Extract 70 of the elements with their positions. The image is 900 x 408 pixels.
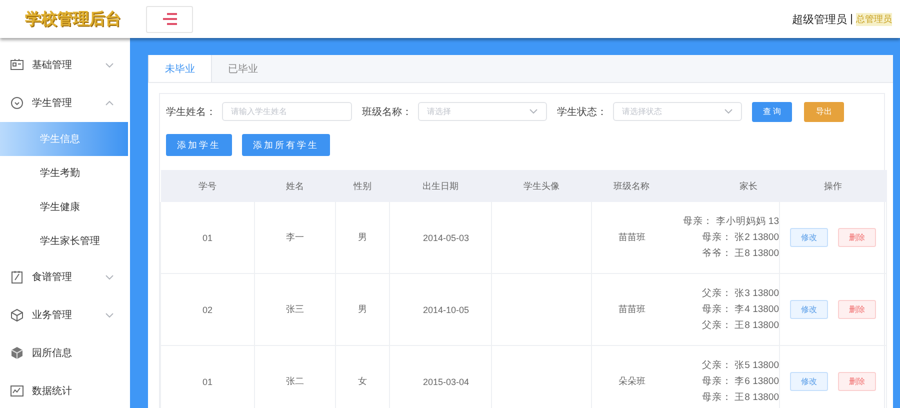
column-header: 操作	[780, 170, 886, 202]
select-field[interactable]: 请选择	[418, 102, 547, 121]
parent-contact: 母亲： 李4 13800	[701, 302, 779, 316]
table-cell: 02	[160, 274, 254, 346]
column-header: 性别	[336, 170, 390, 202]
column-header: 学生头像	[492, 170, 592, 202]
chevron-down-icon	[724, 108, 733, 115]
submenu-item[interactable]: 学生健康	[0, 190, 128, 224]
menu-icon	[162, 13, 176, 25]
column-header: 学号	[160, 170, 254, 202]
parent-contact: 父亲： 张3 13800	[701, 286, 779, 300]
app-logo: 学校管理后台	[25, 9, 122, 30]
sidebar-item[interactable]: 业务管理	[0, 296, 130, 334]
cubes-icon	[10, 346, 24, 360]
parent-contact: 父亲： 张5 13800	[701, 358, 779, 372]
user-role: 超级管理员	[792, 12, 848, 26]
table-cell: 朵朵班	[592, 346, 672, 408]
parent-contact: 母亲： 王8 13800	[701, 390, 779, 404]
delete-button[interactable]: 删除	[838, 228, 876, 247]
add-button[interactable]: 添加所有学生	[242, 134, 330, 156]
table-cell: 苗苗班	[592, 202, 672, 274]
sidebar-item[interactable]: 食谱管理	[0, 258, 130, 296]
edit-button[interactable]: 修改	[790, 300, 828, 319]
table-cell: 男	[336, 202, 390, 274]
column-header: 班级名称	[592, 170, 672, 202]
chart-icon	[10, 384, 24, 398]
chevron-down-icon	[529, 108, 538, 115]
recipe-icon	[10, 270, 24, 284]
search-button[interactable]: 查 询	[752, 102, 792, 122]
parent-contact: 爷爷： 王8 13800	[701, 246, 779, 260]
sidebar-item[interactable]: 数据统计	[0, 372, 130, 408]
delete-button[interactable]: 删除	[838, 372, 876, 391]
column-header: 家长	[672, 170, 780, 202]
tab[interactable]: 未毕业	[148, 55, 212, 82]
filter-label: 学生姓名：	[166, 106, 216, 118]
parent-contact: 父亲： 王8 13800	[701, 318, 779, 332]
table-cell: 2014-10-05	[390, 274, 492, 346]
filter-label: 学生状态：	[557, 106, 607, 118]
select-field[interactable]: 请选择状态	[613, 102, 742, 121]
input-field[interactable]: 请输入学生姓名	[222, 102, 352, 121]
parent-contact: 母亲： 张2 13800	[701, 230, 779, 244]
table-cell: 苗苗班	[592, 274, 672, 346]
menu-button[interactable]	[146, 6, 193, 32]
edit-button[interactable]: 修改	[790, 228, 828, 247]
submenu-item[interactable]: 学生信息	[0, 122, 128, 156]
sidebar-item[interactable]: 园所信息	[0, 334, 130, 372]
table-cell: 李一	[254, 202, 336, 274]
submenu-item[interactable]: 学生考勤	[0, 156, 128, 190]
edit-button[interactable]: 修改	[790, 372, 828, 391]
table-cell: 男	[336, 274, 390, 346]
tab[interactable]: 已毕业	[212, 55, 275, 82]
delete-button[interactable]: 删除	[838, 300, 876, 319]
cube-icon	[10, 308, 24, 322]
column-header: 出生日期	[390, 170, 492, 202]
filter-label: 班级名称：	[362, 106, 412, 118]
sidebar-item[interactable]: 基础管理	[0, 46, 130, 84]
parent-contact: 母亲： 李小明妈妈 13	[682, 214, 779, 228]
separator: |	[850, 13, 853, 25]
user-name[interactable]: 总管理员	[856, 12, 892, 26]
submenu-item[interactable]: 学生家长管理	[0, 224, 128, 258]
export-button[interactable]: 导出	[804, 102, 844, 122]
parent-contact: 母亲： 李6 13800	[701, 374, 779, 388]
column-header: 姓名	[254, 170, 336, 202]
table-cell: 张三	[254, 274, 336, 346]
add-button[interactable]: 添加学生	[166, 134, 232, 156]
sidebar-item[interactable]: 学生管理	[0, 84, 130, 122]
id-card-icon	[10, 58, 24, 72]
table-cell: 01	[160, 202, 254, 274]
table-cell: 01	[160, 346, 254, 408]
table-cell: 2014-05-03	[390, 202, 492, 274]
